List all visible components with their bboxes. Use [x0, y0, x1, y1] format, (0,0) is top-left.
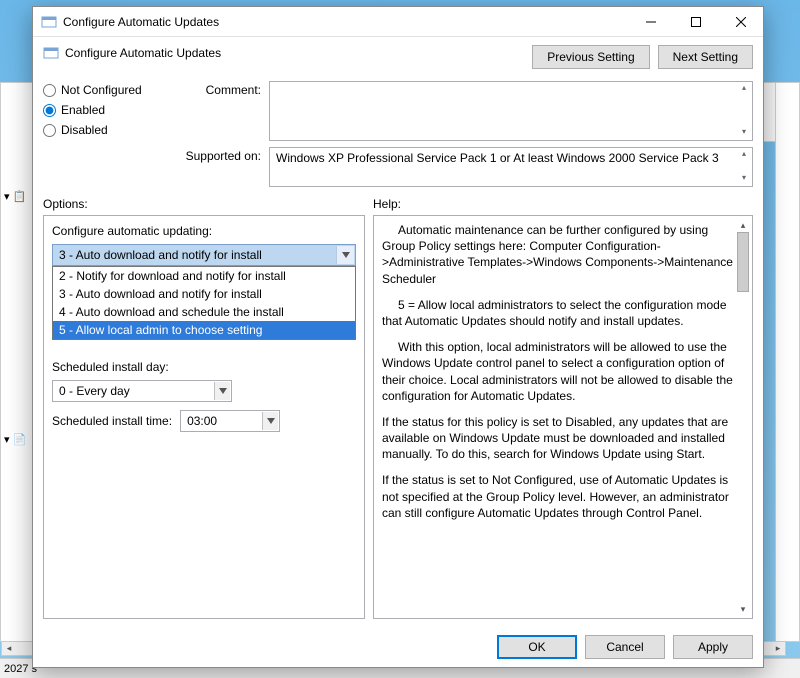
minimize-button[interactable]: [628, 7, 673, 36]
scroll-up-icon[interactable]: ▴: [737, 149, 751, 161]
apply-button[interactable]: Apply: [673, 635, 753, 659]
label-supported: Supported on:: [179, 149, 261, 163]
help-panel: Automatic maintenance can be further con…: [373, 215, 753, 619]
help-paragraph: 5 = Allow local administrators to select…: [382, 297, 734, 329]
scroll-up-icon[interactable]: ▴: [737, 83, 751, 95]
dropdown-item[interactable]: 2 - Notify for download and notify for i…: [53, 267, 355, 285]
close-button[interactable]: [718, 7, 763, 36]
titlebar[interactable]: Configure Automatic Updates: [33, 7, 763, 37]
label-options: Options:: [43, 197, 373, 211]
dialog-footer: OK Cancel Apply: [33, 627, 763, 667]
dropdown-item[interactable]: 4 - Auto download and schedule the insta…: [53, 303, 355, 321]
subtitle: Configure Automatic Updates: [65, 46, 221, 60]
radio-not-configured[interactable]: Not Configured: [43, 83, 171, 97]
help-paragraph: Automatic maintenance can be further con…: [382, 222, 734, 287]
previous-setting-button[interactable]: Previous Setting: [532, 45, 649, 69]
label-comment: Comment:: [179, 83, 261, 97]
policy-icon: [41, 14, 57, 30]
maximize-button[interactable]: [673, 7, 718, 36]
comment-textarea[interactable]: ▴▾: [269, 81, 753, 141]
supported-on-box: Windows XP Professional Service Pack 1 o…: [269, 147, 753, 187]
help-paragraph: If the status is set to Not Configured, …: [382, 472, 734, 521]
label-configure-updating: Configure automatic updating:: [52, 224, 356, 238]
help-scrollbar[interactable]: ▴ ▾: [736, 218, 750, 616]
configure-updating-dropdown[interactable]: 2 - Notify for download and notify for i…: [52, 266, 356, 340]
title-text: Configure Automatic Updates: [63, 15, 628, 29]
cancel-button[interactable]: Cancel: [585, 635, 665, 659]
label-help: Help:: [373, 197, 401, 211]
configure-updating-combobox[interactable]: 3 - Auto download and notify for install…: [52, 244, 356, 266]
scroll-left-icon[interactable]: ◂: [2, 643, 16, 654]
next-setting-button[interactable]: Next Setting: [658, 45, 753, 69]
bg-window-right: [775, 82, 800, 642]
ok-button[interactable]: OK: [497, 635, 577, 659]
dialog-configure-automatic-updates: Configure Automatic Updates Configure Au…: [32, 6, 764, 668]
label-scheduled-time: Scheduled install time:: [52, 414, 172, 428]
scroll-down-icon[interactable]: ▾: [737, 173, 751, 185]
scrollbar-thumb[interactable]: [737, 232, 749, 292]
radio-disabled[interactable]: Disabled: [43, 123, 171, 137]
chevron-down-icon[interactable]: [262, 412, 278, 430]
policy-icon: [43, 45, 59, 61]
help-paragraph: If the status for this policy is set to …: [382, 414, 734, 463]
scheduled-day-select[interactable]: 0 - Every day: [52, 380, 232, 402]
scroll-right-icon[interactable]: ▸: [771, 643, 785, 654]
bg-tree: ▾ 📋 ▾ 📄: [4, 190, 26, 446]
scheduled-time-select[interactable]: 03:00: [180, 410, 280, 432]
scroll-down-icon[interactable]: ▾: [737, 127, 751, 139]
dropdown-item[interactable]: 3 - Auto download and notify for install: [53, 285, 355, 303]
label-scheduled-day: Scheduled install day:: [52, 360, 356, 374]
options-panel: Configure automatic updating: 3 - Auto d…: [43, 215, 365, 619]
dropdown-item-selected[interactable]: 5 - Allow local admin to choose setting: [53, 321, 355, 339]
help-paragraph: With this option, local administrators w…: [382, 339, 734, 404]
chevron-down-icon[interactable]: [336, 246, 354, 264]
scroll-down-icon[interactable]: ▾: [736, 602, 750, 616]
scroll-up-icon[interactable]: ▴: [736, 218, 750, 232]
radio-enabled[interactable]: Enabled: [43, 103, 171, 117]
chevron-down-icon[interactable]: [214, 382, 230, 400]
